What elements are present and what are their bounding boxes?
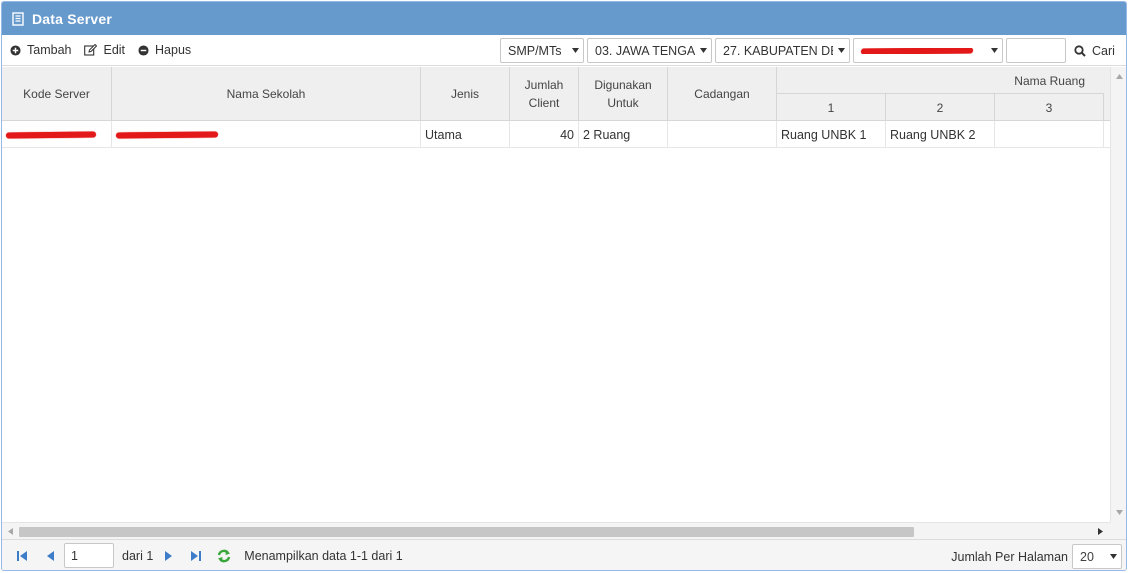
minus-circle-icon: [138, 44, 149, 56]
header-jumlah-client[interactable]: Jumlah Client: [510, 67, 579, 121]
cell-jumlah-client: 40: [510, 121, 579, 148]
page-total-label: dari 1: [122, 548, 154, 563]
scroll-right-icon[interactable]: [1098, 528, 1103, 535]
chevron-down-icon: [833, 39, 849, 62]
horizontal-scrollbar[interactable]: [2, 522, 1110, 539]
document-icon: [12, 11, 24, 26]
cell-ruang-3: [995, 121, 1104, 148]
header-ruang-1[interactable]: 1: [777, 93, 886, 121]
filter-bar: SMP/MTs 03. JAWA TENGAH 27. KABUPATEN DE: [500, 35, 1126, 66]
next-page-button[interactable]: [157, 545, 179, 567]
page-number-input[interactable]: 1: [64, 543, 114, 568]
cell-jenis: Utama: [421, 121, 510, 148]
search-input[interactable]: [1006, 38, 1066, 63]
chevron-down-icon: [1105, 554, 1121, 559]
delete-button[interactable]: Hapus: [133, 39, 196, 61]
page-size-value: 20: [1080, 549, 1094, 564]
add-button[interactable]: Tambah: [5, 39, 76, 61]
prev-page-button[interactable]: [39, 545, 61, 567]
pagination-bar: 1 dari 1 Menampilkan data 1-1 dari 1 Jum…: [2, 539, 1126, 570]
title-bar: Data Server: [2, 2, 1126, 35]
next-page-icon: [164, 550, 172, 561]
cell-nama-sekolah-redacted: [112, 121, 421, 148]
record-status: Menampilkan data 1-1 dari 1: [244, 548, 403, 563]
page-size-label: Jumlah Per Halaman: [951, 549, 1068, 564]
province-select[interactable]: 03. JAWA TENGAH: [587, 38, 712, 63]
vertical-scrollbar[interactable]: [1110, 67, 1126, 523]
search-button-label: Cari: [1092, 43, 1115, 58]
chevron-down-icon: [695, 39, 711, 62]
header-jenis[interactable]: Jenis: [421, 67, 510, 121]
scroll-up-icon[interactable]: [1116, 74, 1123, 79]
refresh-icon: [218, 549, 231, 562]
search-icon: [1074, 44, 1086, 57]
header-cadangan[interactable]: Cadangan: [668, 67, 777, 121]
prev-page-icon: [46, 550, 54, 561]
last-page-button[interactable]: [185, 545, 207, 567]
edit-button[interactable]: Edit: [79, 39, 130, 61]
page-size-select[interactable]: 20: [1072, 544, 1122, 569]
scroll-left-icon[interactable]: [8, 528, 13, 535]
level-select[interactable]: SMP/MTs: [500, 38, 584, 63]
first-page-icon: [17, 550, 27, 561]
header-nama-sekolah[interactable]: Nama Sekolah: [112, 67, 421, 121]
add-button-label: Tambah: [27, 43, 72, 57]
search-button[interactable]: Cari: [1074, 44, 1126, 58]
header-ruang-3[interactable]: 3: [995, 93, 1104, 121]
edit-icon: [84, 44, 98, 56]
header-kode-server[interactable]: Kode Server: [2, 67, 112, 121]
data-server-panel: Data Server Tambah Edit Hapus SMP/MTs 03…: [1, 1, 1127, 571]
header-ruang-2[interactable]: 2: [886, 93, 995, 121]
last-page-icon: [191, 550, 202, 561]
cell-digunakan-untuk: 2 Ruang: [579, 121, 668, 148]
refresh-button[interactable]: [213, 545, 235, 567]
cell-ruang-2: Ruang UNBK 2: [886, 121, 995, 148]
province-select-value: 03. JAWA TENGAH: [595, 43, 695, 58]
toolbar: Tambah Edit Hapus SMP/MTs 03. JAWA TENGA…: [2, 35, 1126, 66]
page-size-group: Jumlah Per Halaman 20: [951, 544, 1122, 569]
level-select-value: SMP/MTs: [508, 43, 562, 58]
chevron-down-icon: [986, 39, 1002, 62]
school-select-value-redacted: [854, 47, 986, 54]
delete-button-label: Hapus: [155, 43, 192, 57]
header-digunakan-untuk[interactable]: Digunakan Untuk: [579, 67, 668, 121]
edit-button-label: Edit: [103, 43, 126, 57]
table-row[interactable]: Utama 40 2 Ruang Ruang UNBK 1 Ruang UNBK…: [2, 121, 1110, 148]
first-page-button[interactable]: [11, 545, 33, 567]
plus-circle-icon: [10, 44, 21, 56]
cell-ruang-1: Ruang UNBK 1: [777, 121, 886, 148]
regency-select[interactable]: 27. KABUPATEN DE: [715, 38, 850, 63]
chevron-down-icon: [567, 39, 583, 62]
school-select[interactable]: [853, 38, 1003, 63]
cell-kode-server-redacted: [2, 121, 112, 148]
header-nama-ruang: Nama Ruang: [1014, 73, 1085, 88]
regency-select-value: 27. KABUPATEN DE: [723, 43, 833, 58]
cell-cadangan: [668, 121, 777, 148]
scroll-down-icon[interactable]: [1116, 510, 1123, 515]
data-grid: Kode Server Nama Sekolah Jenis Jumlah Cl…: [2, 67, 1110, 523]
scrollbar-corner: [1110, 522, 1126, 539]
grid-header: Kode Server Nama Sekolah Jenis Jumlah Cl…: [2, 67, 1110, 121]
horizontal-scroll-thumb[interactable]: [19, 527, 914, 537]
window-title: Data Server: [32, 10, 113, 27]
